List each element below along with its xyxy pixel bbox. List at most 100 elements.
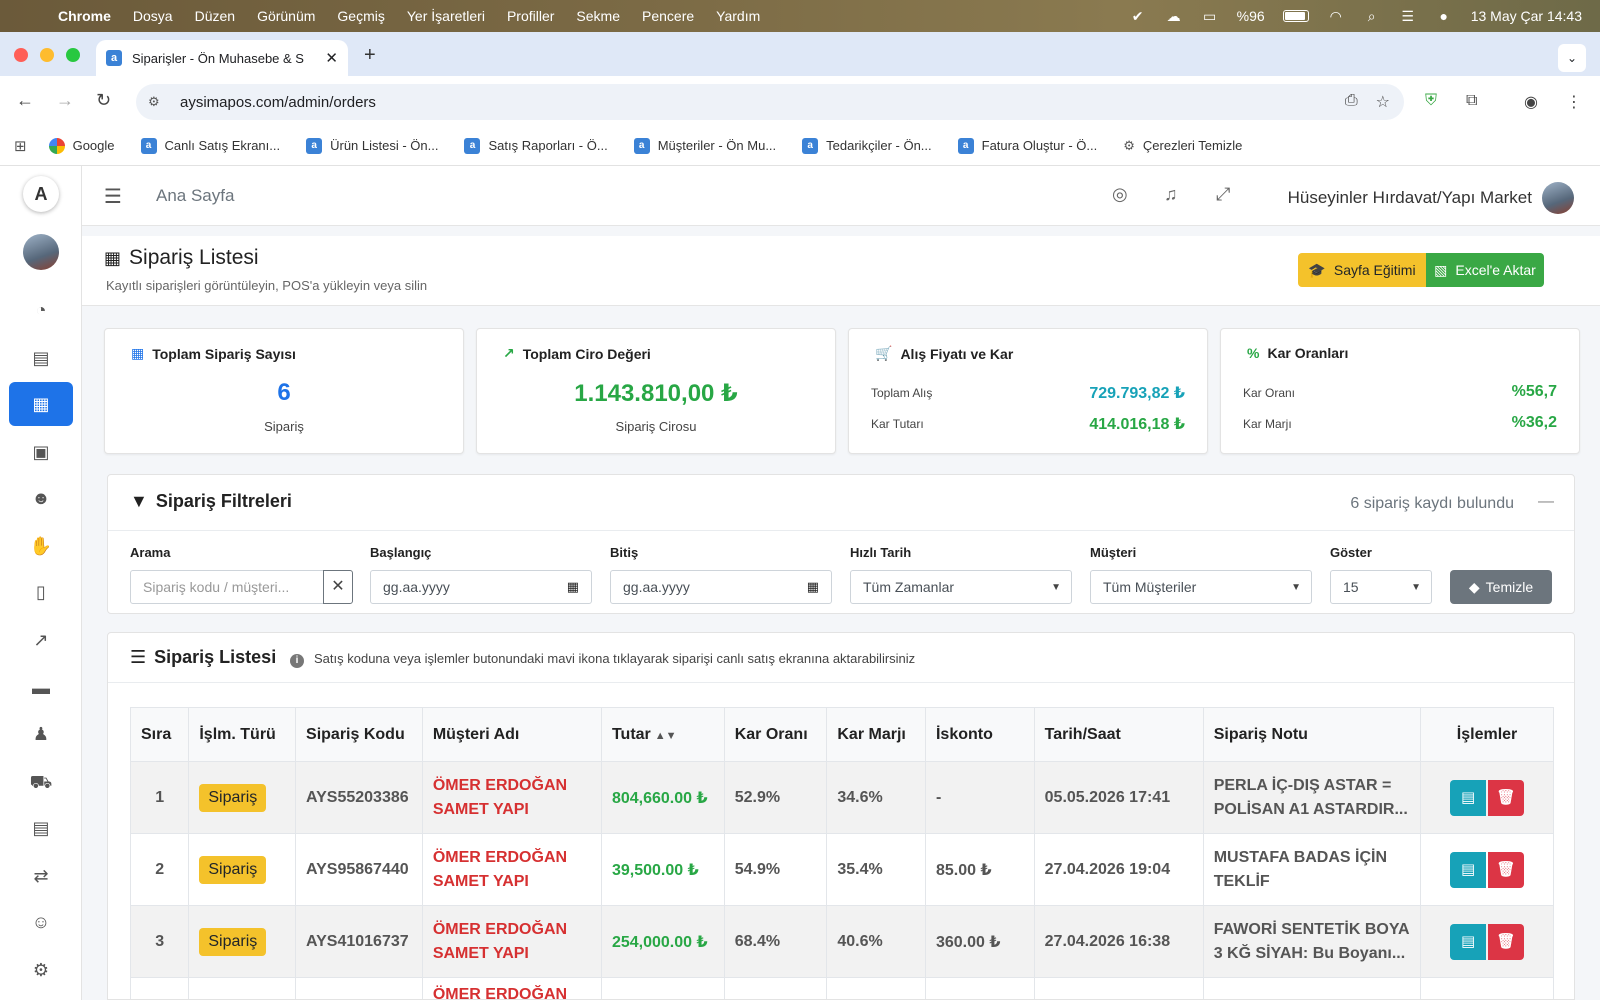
menu-item[interactable]: Pencere bbox=[642, 8, 694, 24]
menu-item[interactable]: Yer İşaretleri bbox=[407, 8, 485, 24]
close-window-button[interactable] bbox=[14, 48, 28, 62]
menu-item[interactable]: Düzen bbox=[195, 8, 235, 24]
siri-icon[interactable]: ● bbox=[1435, 9, 1453, 23]
reload-icon[interactable]: ↻ bbox=[96, 90, 111, 111]
company-name[interactable]: Hüseyinler Hırdavat/Yapı Market bbox=[1288, 188, 1532, 208]
calendar-icon[interactable]: ▦ bbox=[567, 579, 579, 595]
load-to-pos-button[interactable]: ▤ bbox=[1450, 923, 1487, 960]
bookmark-item[interactable]: a Ürün Listesi - Ön... bbox=[306, 137, 438, 154]
column-header[interactable]: İskonto bbox=[924, 707, 1035, 762]
profile-icon[interactable]: ◉ bbox=[1524, 92, 1538, 112]
export-excel-button[interactable]: ▧ Excel'e Aktar bbox=[1426, 253, 1544, 287]
app-logo[interactable]: A bbox=[23, 176, 59, 212]
fullscreen-icon[interactable]: ⤢ bbox=[1216, 184, 1230, 205]
clock[interactable]: 13 May Çar 14:43 bbox=[1471, 8, 1582, 24]
search-icon[interactable]: ⌕ bbox=[1363, 9, 1381, 23]
credit-card-icon[interactable]: ▬ bbox=[9, 666, 73, 710]
exchange-icon[interactable]: ⇄ bbox=[9, 854, 73, 898]
order-code[interactable]: AYS95867440 bbox=[295, 833, 423, 906]
sort-icon[interactable]: ▲▼ bbox=[655, 730, 677, 742]
order-code[interactable] bbox=[295, 977, 423, 999]
keyboard-icon[interactable]: ▭ bbox=[1201, 9, 1219, 23]
load-to-pos-button[interactable]: ▤ bbox=[1450, 851, 1487, 888]
column-header-amount[interactable]: Tutar ▲▼ bbox=[600, 707, 725, 762]
new-tab-icon[interactable]: + bbox=[364, 44, 376, 67]
calendar-icon[interactable]: ▦ bbox=[807, 579, 819, 595]
address-bar[interactable]: ⚙ aysimapos.com/admin/orders ⎙ ☆ bbox=[136, 84, 1404, 120]
minimize-window-button[interactable] bbox=[40, 48, 54, 62]
delete-order-button[interactable]: 🗑 bbox=[1488, 779, 1525, 816]
control-center-icon[interactable]: ☰ bbox=[1399, 9, 1417, 23]
document-icon[interactable]: ▤ bbox=[9, 806, 73, 850]
bookmark-item[interactable]: a Fatura Oluştur - Ö... bbox=[957, 137, 1097, 154]
forward-icon[interactable]: → bbox=[56, 90, 74, 111]
hamburger-menu-icon[interactable]: ☰ bbox=[104, 184, 122, 209]
status-app-icon[interactable]: ✔ bbox=[1129, 9, 1147, 23]
zoom-window-button[interactable] bbox=[66, 48, 80, 62]
load-to-pos-button[interactable]: ▤ bbox=[1450, 779, 1487, 816]
avatar[interactable] bbox=[23, 234, 59, 270]
extensions-icon[interactable]: ⧉ bbox=[1466, 92, 1477, 110]
dashboard-icon[interactable]: ◔ bbox=[9, 288, 73, 332]
back-icon[interactable]: ← bbox=[16, 90, 34, 111]
menu-app-name[interactable]: Chrome bbox=[58, 8, 111, 24]
bookmark-item[interactable]: a Satış Raporları - Ö... bbox=[464, 137, 608, 154]
page-size-select[interactable]: 15 ▼ bbox=[1330, 570, 1432, 604]
delete-order-button[interactable]: 🗑 bbox=[1488, 923, 1525, 960]
column-header[interactable]: Tarih/Saat bbox=[1033, 707, 1204, 762]
browser-tab-orders[interactable]: a Siparişler - Ön Muhasebe & S ✕ bbox=[96, 40, 348, 76]
user-tie-icon[interactable]: ♟ bbox=[9, 712, 73, 756]
end-date-input[interactable]: gg.aa.yyyy ▦ bbox=[610, 570, 832, 604]
close-tab-icon[interactable]: ✕ bbox=[325, 49, 338, 67]
user-icon[interactable]: ☺ bbox=[9, 900, 73, 944]
tab-search-icon[interactable]: ⌄ bbox=[1558, 44, 1586, 72]
collapse-icon[interactable]: — bbox=[1538, 493, 1554, 511]
users-icon[interactable]: ☻ bbox=[9, 476, 73, 520]
apps-grid-icon[interactable]: ⊞ bbox=[14, 137, 27, 155]
column-header[interactable]: Sipariş Kodu bbox=[295, 707, 423, 762]
cloud-icon[interactable]: ☁ bbox=[1165, 9, 1183, 23]
clear-filters-button[interactable]: ◆ Temizle bbox=[1450, 570, 1552, 604]
bookmark-item[interactable]: a Müşteriler - Ön Mu... bbox=[633, 137, 776, 154]
handshake-icon[interactable]: ✋ bbox=[9, 524, 73, 568]
cash-register-icon[interactable]: ▤ bbox=[9, 336, 73, 380]
delete-order-button[interactable]: 🗑 bbox=[1488, 851, 1525, 888]
order-code[interactable]: AYS55203386 bbox=[295, 761, 423, 834]
bookmark-clear-cookies[interactable]: ⚙ Çerezleri Temizle bbox=[1123, 138, 1242, 154]
settings-icon[interactable]: ⚙ bbox=[9, 948, 73, 992]
menu-item[interactable]: Geçmiş bbox=[337, 8, 384, 24]
customer-select[interactable]: Tüm Müşteriler ▼ bbox=[1090, 570, 1312, 604]
install-app-icon[interactable]: ⎙ bbox=[1345, 92, 1358, 112]
chrome-menu-icon[interactable]: ⋮ bbox=[1566, 92, 1582, 112]
breadcrumb[interactable]: Ana Sayfa bbox=[156, 186, 234, 206]
menu-item[interactable]: Profiller bbox=[507, 8, 554, 24]
page-training-button[interactable]: 🎓 Sayfa Eğitimi bbox=[1298, 253, 1426, 287]
battery-icon[interactable] bbox=[1282, 10, 1309, 22]
orders-icon[interactable]: ▦ bbox=[9, 382, 73, 426]
column-header[interactable]: Sıra bbox=[129, 707, 190, 762]
bookmark-item[interactable]: a Canlı Satış Ekranı... bbox=[140, 137, 280, 154]
menu-item[interactable]: Yardım bbox=[716, 8, 760, 24]
avatar[interactable] bbox=[1542, 182, 1574, 214]
clear-search-button[interactable]: ✕ bbox=[323, 570, 353, 604]
order-code[interactable]: AYS41016737 bbox=[295, 905, 423, 978]
invoice-icon[interactable]: ▯ bbox=[9, 570, 73, 614]
bookmark-star-icon[interactable]: ☆ bbox=[1376, 92, 1390, 112]
boxes-icon[interactable]: ▣ bbox=[9, 430, 73, 474]
column-header[interactable]: Kar Marjı bbox=[826, 707, 926, 762]
column-header[interactable]: Kar Oranı bbox=[723, 707, 828, 762]
bookmark-item[interactable]: a Tedarikçiler - Ön... bbox=[802, 137, 932, 154]
site-info-icon[interactable]: ⚙ bbox=[148, 94, 170, 110]
url-text[interactable]: aysimapos.com/admin/orders bbox=[180, 94, 376, 111]
menu-item[interactable]: Dosya bbox=[133, 8, 173, 24]
truck-icon[interactable]: ⛟ bbox=[9, 760, 73, 804]
search-input[interactable]: Sipariş kodu / müşteri... bbox=[130, 570, 324, 604]
shield-extension-icon[interactable]: ⛨ bbox=[1425, 92, 1437, 110]
headset-support-icon[interactable]: ◎ bbox=[1112, 184, 1128, 205]
wifi-icon[interactable]: ◠ bbox=[1327, 9, 1345, 23]
menu-item[interactable]: Sekme bbox=[576, 8, 620, 24]
chart-line-icon[interactable]: ↗ bbox=[9, 618, 73, 662]
column-header[interactable]: İşlm. Türü bbox=[188, 707, 297, 762]
column-header[interactable]: Müşteri Adı bbox=[421, 707, 602, 762]
menu-item[interactable]: Görünüm bbox=[257, 8, 315, 24]
